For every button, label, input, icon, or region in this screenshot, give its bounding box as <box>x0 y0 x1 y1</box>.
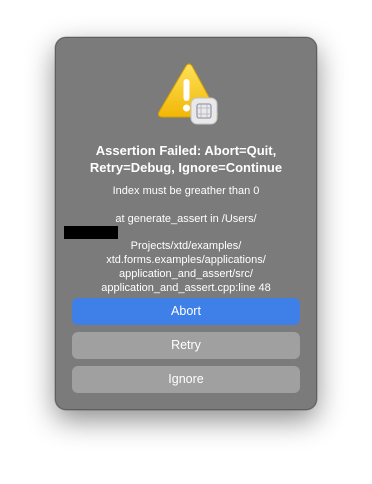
location-line: application_and_assert.cpp:line 48 <box>101 282 271 294</box>
location-line: at generate_assert in /Users/ <box>64 212 308 239</box>
assert-location: at generate_assert in /Users/ Projects/x… <box>64 212 308 295</box>
ignore-button[interactable]: Ignore <box>72 366 300 393</box>
abort-button[interactable]: Abort <box>72 298 300 325</box>
dialog-message: Index must be greather than 0 <box>112 185 260 197</box>
alert-dialog: Assertion Failed: Abort=Quit, Retry=Debu… <box>55 37 317 410</box>
app-badge-icon <box>190 97 218 125</box>
retry-button[interactable]: Retry <box>72 332 300 359</box>
location-line: application_and_assert/src/ <box>119 268 253 280</box>
location-line: xtd.forms.examples/applications/ <box>106 254 266 266</box>
dialog-title: Assertion Failed: Abort=Quit, Retry=Debu… <box>89 143 283 175</box>
location-line: Projects/xtd/examples/ <box>130 240 242 252</box>
redacted-block <box>64 226 118 239</box>
